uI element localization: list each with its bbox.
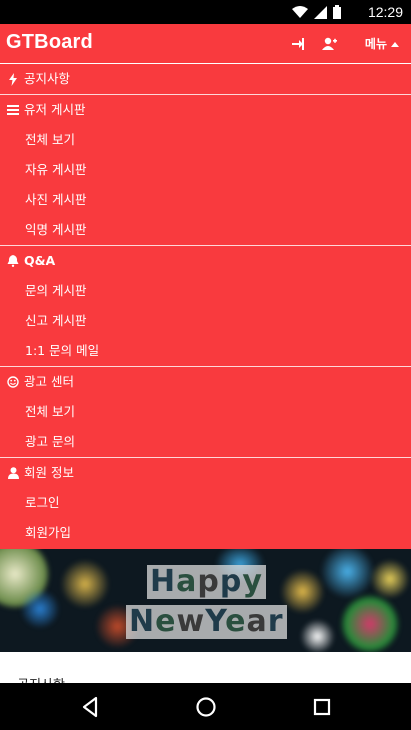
bokeh-light — [320, 549, 375, 599]
recents-icon[interactable] — [310, 695, 334, 719]
back-icon[interactable] — [79, 695, 103, 719]
nav-section-ad-center[interactable]: 광고 센터 — [0, 367, 411, 397]
nav-section-user-board[interactable]: 유저 게시판 — [0, 95, 411, 125]
nav-item-free-board[interactable]: 자유 게시판 — [0, 155, 411, 185]
bokeh-light — [300, 619, 335, 652]
banner-image[interactable]: Happy NewYear — [0, 549, 411, 652]
bokeh-light — [20, 589, 60, 629]
menu-label: 메뉴 — [364, 37, 387, 51]
signup-icon[interactable] — [321, 36, 337, 52]
content-area: ▸ 공지사항 — [0, 652, 411, 693]
nav-item-report-board[interactable]: 신고 게시판 — [0, 306, 411, 336]
nav-item-anonymous-board[interactable]: 익명 게시판 — [0, 215, 411, 245]
section-title: 광고 센터 — [24, 374, 74, 389]
nav-item-all-posts[interactable]: 전체 보기 — [0, 125, 411, 155]
login-icon[interactable] — [290, 36, 306, 52]
caret-up-icon — [391, 41, 399, 47]
nav-notice-label: 공지사항 — [24, 71, 71, 86]
smile-icon — [6, 375, 20, 389]
nav-item-inquiry-mail[interactable]: 1:1 문의 메일 — [0, 336, 411, 366]
nav-item-photo-board[interactable]: 사진 게시판 — [0, 185, 411, 215]
nav-item-login[interactable]: 로그인 — [0, 488, 411, 518]
section-title: 회원 정보 — [24, 465, 74, 480]
nav-section-member[interactable]: 회원 정보 — [0, 458, 411, 488]
bokeh-light — [60, 559, 110, 609]
system-nav-bar — [0, 683, 411, 730]
bolt-icon — [6, 72, 20, 86]
banner-text-newyear: NewYear — [126, 605, 287, 639]
bokeh-light — [340, 594, 400, 652]
section-title: 유저 게시판 — [24, 102, 86, 117]
bell-icon — [6, 254, 20, 268]
nav-item-ad-inquiry[interactable]: 광고 문의 — [0, 427, 411, 457]
battery-icon — [333, 5, 341, 19]
brand-logo[interactable]: GTBoard — [6, 31, 93, 54]
nav-item-signup[interactable]: 회원가입 — [0, 518, 411, 548]
nav-item-ad-all[interactable]: 전체 보기 — [0, 397, 411, 427]
bokeh-light — [370, 559, 410, 599]
menu-toggle[interactable]: 메뉴 — [365, 35, 399, 52]
banner-text-happy: Happy — [147, 565, 266, 599]
app-header: GTBoard 메뉴 — [0, 24, 411, 64]
nav-section-qna[interactable]: Q&A — [0, 246, 411, 276]
section-title: Q&A — [24, 253, 56, 268]
wifi-icon — [292, 5, 308, 18]
home-icon[interactable] — [194, 695, 218, 719]
status-time: 12:29 — [367, 4, 403, 20]
bokeh-light — [280, 569, 325, 614]
status-bar: 12:29 — [0, 0, 411, 24]
list-icon — [6, 103, 20, 117]
signal-icon — [314, 5, 327, 19]
nav-item-inquiry-board[interactable]: 문의 게시판 — [0, 276, 411, 306]
nav-notice[interactable]: 공지사항 — [0, 64, 411, 94]
user-icon — [6, 466, 20, 480]
nav-menu: 공지사항 유저 게시판 전체 보기 자유 게시판 사진 게시판 익명 게시판 Q… — [0, 64, 411, 549]
